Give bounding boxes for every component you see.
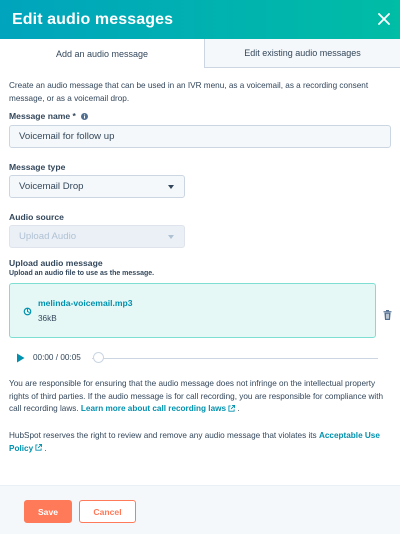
policy-body: HubSpot reserves the right to review and… bbox=[9, 431, 317, 440]
policy-suffix: . bbox=[44, 443, 47, 453]
audio-source-label: Audio source bbox=[9, 212, 64, 222]
upload-audio-sublabel: Upload an audio file to use as the messa… bbox=[9, 270, 155, 277]
modal-title: Edit audio messages bbox=[12, 10, 174, 28]
playback-time: 00:00 / 00:05 bbox=[33, 353, 81, 362]
chevron-down-icon bbox=[168, 185, 174, 189]
external-link-icon bbox=[228, 404, 236, 412]
intro-text: Create an audio message that can be used… bbox=[9, 81, 369, 103]
file-size: 36kB bbox=[38, 314, 57, 323]
file-name[interactable]: melinda-voicemail.mp3 bbox=[38, 298, 133, 308]
tab-label: Edit existing audio messages bbox=[244, 48, 361, 58]
message-name-label: Message name * bbox=[9, 111, 89, 121]
call-recording-laws-link-text: Learn more about call recording laws bbox=[80, 404, 227, 413]
message-type-value: Voicemail Drop bbox=[19, 181, 84, 192]
audio-source-select: Upload Audio bbox=[9, 225, 185, 248]
message-type-select[interactable]: Voicemail Drop bbox=[9, 175, 185, 198]
chevron-down-icon bbox=[168, 235, 174, 239]
save-button[interactable]: Save bbox=[24, 500, 72, 523]
play-icon[interactable] bbox=[16, 353, 25, 363]
upload-audio-label: Upload audio message bbox=[9, 258, 103, 268]
trash-icon[interactable] bbox=[383, 310, 392, 320]
playback-scrubber[interactable] bbox=[92, 357, 378, 359]
message-name-input[interactable] bbox=[9, 125, 391, 148]
tab-edit-existing-audio-messages[interactable]: Edit existing audio messages bbox=[205, 39, 400, 68]
tab-bar: Add an audio message Edit existing audio… bbox=[0, 39, 400, 68]
message-name-label-text: Message name * bbox=[9, 111, 76, 121]
compliance-suffix: . bbox=[237, 404, 240, 413]
refresh-icon bbox=[23, 307, 32, 316]
call-recording-laws-link[interactable]: Learn more about call recording laws bbox=[80, 404, 236, 413]
message-type-label: Message type bbox=[9, 162, 66, 172]
modal-header: Edit audio messages bbox=[0, 0, 400, 39]
close-icon[interactable] bbox=[374, 9, 394, 29]
uploaded-file-card: melinda-voicemail.mp3 36kB bbox=[9, 283, 376, 338]
external-link-icon bbox=[35, 444, 43, 451]
compliance-text: You are responsible for ensuring that th… bbox=[9, 378, 393, 416]
tab-add-audio-message[interactable]: Add an audio message bbox=[0, 39, 205, 68]
audio-player: 00:00 / 00:05 bbox=[16, 350, 378, 366]
info-icon[interactable] bbox=[81, 113, 89, 120]
playback-scrubber-handle[interactable] bbox=[93, 352, 104, 363]
tab-label: Add an audio message bbox=[55, 48, 149, 59]
audio-source-value: Upload Audio bbox=[19, 231, 77, 242]
cancel-button[interactable]: Cancel bbox=[79, 500, 136, 523]
policy-text: HubSpot reserves the right to review and… bbox=[9, 430, 393, 455]
